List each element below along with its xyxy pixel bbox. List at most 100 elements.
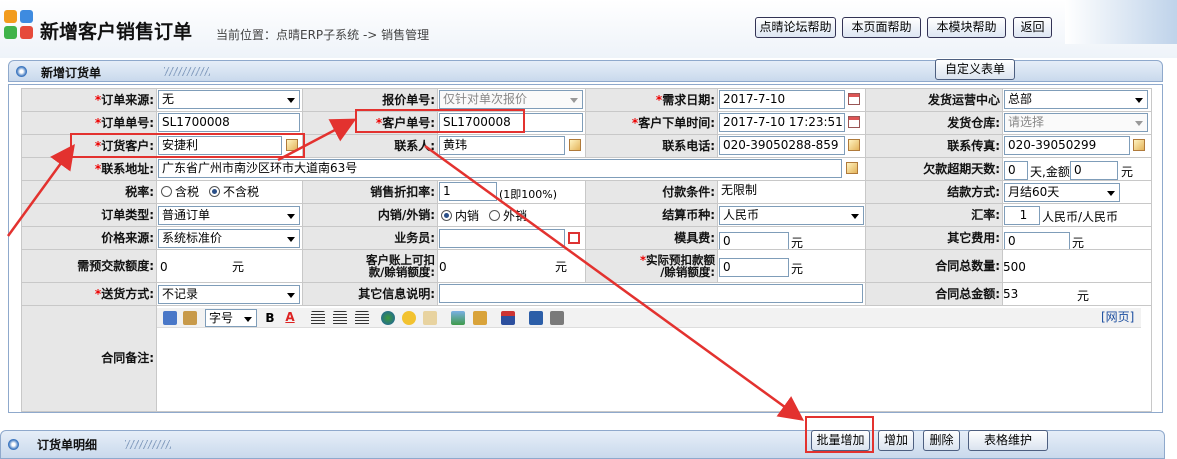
order-no-label: *订单单号: bbox=[21, 111, 158, 135]
domestic-label: 内销/外销: bbox=[302, 203, 439, 227]
back-button[interactable]: 返回 bbox=[1013, 17, 1052, 38]
contact-picker-icon[interactable] bbox=[569, 139, 581, 151]
custom-form-button[interactable]: 自定义表单 bbox=[935, 59, 1015, 80]
image-icon[interactable] bbox=[451, 311, 465, 325]
delivery-select[interactable]: 不记录 bbox=[158, 285, 300, 304]
need-date-input[interactable]: 2017-7-10 bbox=[719, 90, 845, 109]
order-type-select[interactable]: 普通订单 bbox=[158, 206, 300, 225]
domestic-radio[interactable] bbox=[441, 210, 452, 221]
ordered-list-icon[interactable] bbox=[333, 311, 347, 325]
salesman-input[interactable] bbox=[439, 229, 565, 248]
quote-no-select[interactable]: 仅针对单次报价 bbox=[439, 90, 583, 109]
overdue-mid-text: 天,金额 bbox=[1030, 165, 1070, 179]
tax-exclude-radio[interactable] bbox=[209, 186, 220, 197]
forum-help-button[interactable]: 点晴论坛帮助 bbox=[755, 17, 836, 38]
export-radio[interactable] bbox=[489, 210, 500, 221]
address-input[interactable]: 广东省广州市南沙区环市大道南63号 bbox=[158, 159, 842, 178]
phone-picker-icon[interactable] bbox=[848, 139, 860, 151]
bold-icon[interactable]: B bbox=[263, 311, 277, 325]
module-help-button[interactable]: 本模块帮助 bbox=[927, 17, 1006, 38]
page-help-button[interactable]: 本页面帮助 bbox=[842, 17, 921, 38]
prepay-label: 需预交款额度: bbox=[21, 249, 158, 283]
font-size-select[interactable]: 字号 bbox=[205, 309, 257, 327]
settle-label: 结款方式: bbox=[865, 180, 1004, 204]
actual-prepay-input[interactable]: 0 bbox=[719, 258, 789, 277]
actual-prepay-label: *实际预扣款额/赊销额度: bbox=[585, 249, 719, 283]
overdue-days-input[interactable]: 0 bbox=[1004, 161, 1028, 180]
flash-icon[interactable] bbox=[473, 311, 487, 325]
add-button[interactable]: 增加 bbox=[878, 430, 914, 451]
panel-bullet-icon bbox=[16, 66, 27, 77]
domestic-label-text: 内销 bbox=[455, 209, 480, 223]
salesman-picker-icon[interactable] bbox=[568, 232, 580, 244]
cust-order-time-input[interactable]: 2017-7-10 17:23:51 bbox=[719, 113, 845, 132]
edit-icon[interactable] bbox=[423, 311, 437, 325]
currency-label: 结算币种: bbox=[585, 203, 719, 227]
undo-icon[interactable] bbox=[163, 311, 177, 325]
rate-input[interactable]: 1 bbox=[1004, 206, 1040, 225]
mold-fee-label: 模具费: bbox=[585, 226, 719, 250]
order-source-label: *订单来源: bbox=[21, 88, 158, 112]
cust-acct-label: 客户账上可扣 款/赊销额度: bbox=[302, 249, 439, 283]
remark-label: 合同备注: bbox=[21, 305, 158, 412]
align-icon[interactable] bbox=[311, 311, 325, 325]
other-info-input[interactable] bbox=[439, 284, 863, 303]
fax-picker-icon[interactable] bbox=[1133, 139, 1145, 151]
discount-label: 销售折扣率: bbox=[302, 180, 439, 204]
contact-input[interactable]: 黄玮 bbox=[439, 136, 565, 155]
overdue-label: 欠款超期天数: bbox=[865, 157, 1004, 181]
paste-icon[interactable] bbox=[183, 311, 197, 325]
table-maintain-button[interactable]: 表格维护 bbox=[968, 430, 1048, 451]
discount-input[interactable]: 1 bbox=[439, 182, 497, 201]
pay-terms-value: 无限制 bbox=[721, 183, 758, 197]
breadcrumb: 当前位置：点晴ERP子系统 -> 销售管理 bbox=[216, 28, 430, 42]
page-title: 新增客户销售订单 bbox=[40, 21, 193, 43]
prepay-cell bbox=[156, 249, 304, 283]
cust-acct-value: 0 bbox=[439, 260, 447, 274]
pay-terms-label: 付款条件: bbox=[585, 180, 719, 204]
webpage-mode-link[interactable]: [网页] bbox=[1101, 309, 1134, 326]
detail-title: 订货单明细 bbox=[37, 438, 98, 452]
media-icon[interactable] bbox=[550, 311, 564, 325]
emoticon-icon[interactable] bbox=[402, 311, 416, 325]
salesman-label: 业务员: bbox=[302, 226, 439, 250]
order-source-select[interactable]: 无 bbox=[158, 90, 300, 109]
word-icon[interactable] bbox=[529, 311, 543, 325]
panel-stripes-decoration bbox=[164, 67, 210, 76]
delete-button[interactable]: 删除 bbox=[923, 430, 960, 451]
phone-label: 联系电话: bbox=[585, 134, 719, 158]
fax-input[interactable]: 020-39050299 bbox=[1004, 136, 1130, 155]
other-fee-label: 其它费用: bbox=[865, 226, 1004, 250]
panel-title: 新增订货单 bbox=[41, 66, 102, 80]
price-source-select[interactable]: 系统标准价 bbox=[158, 229, 300, 248]
tax-include-label: 含税 bbox=[175, 185, 200, 199]
address-picker-icon[interactable] bbox=[846, 162, 858, 174]
table-icon[interactable] bbox=[501, 311, 515, 325]
total-amt-value: 53 bbox=[1003, 287, 1019, 301]
calendar-icon[interactable] bbox=[848, 116, 860, 128]
contact-label: 联系人: bbox=[302, 134, 439, 158]
tax-include-radio[interactable] bbox=[161, 186, 172, 197]
panel-stripes-decoration bbox=[125, 440, 171, 449]
font-color-icon[interactable]: A bbox=[283, 311, 297, 325]
cust-order-no-highlight-box bbox=[355, 109, 525, 133]
currency-select[interactable]: 人民币 bbox=[719, 206, 864, 225]
overdue-amount-input[interactable]: 0 bbox=[1070, 161, 1118, 180]
phone-input[interactable]: 020-39050288-859 bbox=[719, 136, 845, 155]
order-no-input[interactable]: SL1700008 bbox=[158, 113, 300, 132]
batch-add-highlight-box bbox=[805, 416, 874, 453]
delivery-label: *送货方式: bbox=[21, 282, 158, 306]
link-icon[interactable] bbox=[381, 311, 395, 325]
warehouse-select[interactable]: 请选择 bbox=[1004, 113, 1148, 132]
discount-note: (1即100%) bbox=[499, 188, 558, 201]
warehouse-label: 发货仓库: bbox=[865, 111, 1004, 135]
detail-panel-header: 订货单明细 批量增加 增加 删除 表格维护 bbox=[0, 430, 1165, 459]
unordered-list-icon[interactable] bbox=[355, 311, 369, 325]
settle-select[interactable]: 月结60天 bbox=[1004, 183, 1120, 202]
editor-toolbar: 字号 B A [网页] bbox=[157, 308, 1141, 328]
handshake-banner-image bbox=[1065, 0, 1177, 44]
ship-center-select[interactable]: 总部 bbox=[1004, 90, 1148, 109]
app-logo-icon bbox=[4, 10, 34, 40]
calendar-icon[interactable] bbox=[848, 93, 860, 105]
total-amt-unit: 元 bbox=[1077, 289, 1090, 303]
